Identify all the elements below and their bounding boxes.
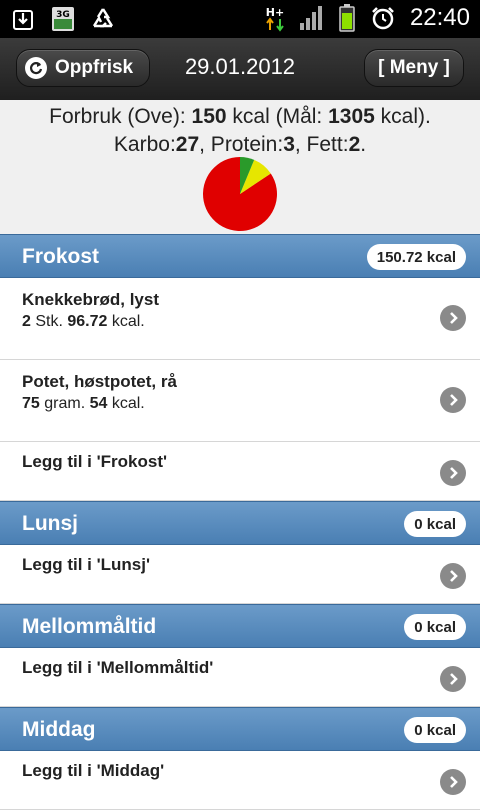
meal-section-header: Frokost 150.72 kcal [0, 234, 480, 278]
add-food-label: Legg til i 'Lunsj' [22, 555, 151, 574]
alarm-icon [370, 5, 396, 31]
app-header: Oppfrisk 29.01.2012 [ Meny ] [0, 38, 480, 102]
add-food-label: Legg til i 'Frokost' [22, 452, 168, 471]
battery-icon [334, 4, 360, 32]
date-title: 29.01.2012 [184, 54, 296, 79]
goal-kcal: 1305 [328, 105, 375, 128]
meal-kcal-badge: 0 kcal [404, 511, 466, 537]
chevron-right-icon[interactable] [440, 769, 466, 795]
refresh-icon [25, 57, 47, 79]
svg-text:H+: H+ [266, 6, 284, 19]
meal-section-title: Middag [22, 718, 96, 741]
add-food-row[interactable]: Legg til i 'Middag' [0, 751, 480, 810]
food-item-row[interactable]: Potet, høstpotet, rå 75 gram. 54 kcal. [0, 360, 480, 442]
menu-button[interactable]: [ Meny ] [364, 49, 464, 87]
svg-text:3G: 3G [56, 10, 70, 20]
meal-section-title: Lunsj [22, 512, 78, 535]
meal-section-header: Mellommåltid 0 kcal [0, 604, 480, 648]
refresh-button-label: Oppfrisk [55, 57, 134, 78]
meal-kcal-badge: 150.72 kcal [366, 244, 466, 270]
signal-icon [298, 5, 324, 31]
chevron-right-icon[interactable] [440, 387, 466, 413]
add-food-label: Legg til i 'Middag' [22, 761, 165, 780]
download-icon [10, 6, 36, 32]
food-item-name: Potet, høstpotet, rå [22, 372, 177, 391]
macro-pie-chart [203, 157, 277, 231]
consumed-kcal: 150 [191, 105, 227, 128]
fat-value: 2 [348, 133, 361, 156]
recycle-icon [90, 6, 116, 32]
chevron-right-icon[interactable] [440, 305, 466, 331]
add-food-row[interactable]: Legg til i 'Mellommåltid' [0, 648, 480, 707]
food-item-details: 2 Stk. 96.72 kcal. [22, 313, 145, 330]
status-time: 22:40 [409, 4, 470, 31]
refresh-button[interactable]: Oppfrisk [16, 49, 150, 87]
protein-value: 3 [283, 133, 295, 156]
meal-section-header: Lunsj 0 kcal [0, 501, 480, 545]
add-food-row[interactable]: Legg til i 'Lunsj' [0, 545, 480, 604]
status-bar: 3G H+ 22:40 [0, 0, 480, 38]
food-item-details: 75 gram. 54 kcal. [22, 395, 145, 412]
meal-kcal-badge: 0 kcal [404, 614, 466, 640]
meal-kcal-badge: 0 kcal [404, 717, 466, 743]
add-food-label: Legg til i 'Mellommåltid' [22, 658, 214, 677]
food-item-row[interactable]: Knekkebrød, lyst 2 Stk. 96.72 kcal. [0, 278, 480, 360]
chevron-right-icon[interactable] [440, 563, 466, 589]
macros-line: Karbo:27, Protein:3, Fett:2. [113, 133, 367, 156]
meal-section-title: Mellommåltid [22, 615, 157, 638]
meal-section-title: Frokost [22, 245, 100, 268]
consumption-line: Forbruk (Ove): 150 kcal (Mål: 1305 kcal)… [49, 105, 431, 128]
food-item-name: Knekkebrød, lyst [22, 290, 159, 309]
carbs-value: 27 [175, 133, 200, 156]
meal-section-header: Middag 0 kcal [0, 707, 480, 751]
chevron-right-icon[interactable] [440, 460, 466, 486]
daily-summary: Forbruk (Ove): 150 kcal (Mål: 1305 kcal)… [0, 100, 480, 234]
sim-3g-icon: 3G [50, 6, 76, 32]
hplus-data-icon: H+ [262, 5, 288, 32]
add-food-row[interactable]: Legg til i 'Frokost' [0, 442, 480, 501]
chevron-right-icon[interactable] [440, 666, 466, 692]
